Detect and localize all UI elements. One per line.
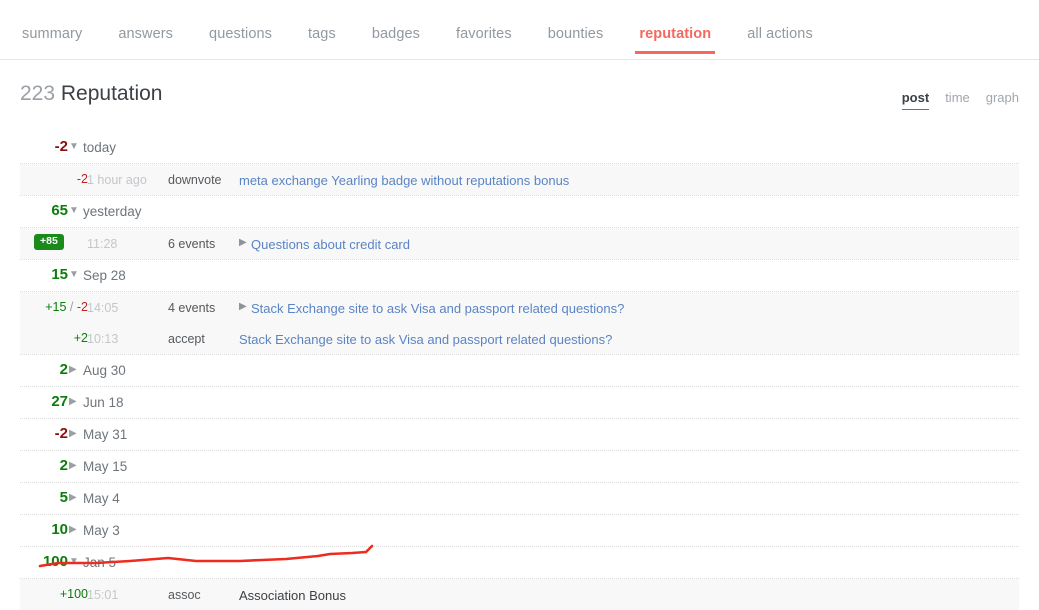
reputation-detail-group: -2 1 hour ago downvote meta exchange Yearli… (20, 164, 1019, 195)
group-date-label: Sep 28 (83, 268, 126, 283)
tab-bounties[interactable]: bounties (548, 26, 604, 54)
tab-favorites[interactable]: favorites (456, 26, 512, 54)
group-total-value: 65 (51, 202, 68, 219)
group-total-value: 5 (59, 489, 68, 506)
reputation-row-time: 11:28 (87, 237, 118, 251)
reputation-group-header[interactable]: 27 ▶ Jun 18 (0, 387, 1039, 418)
group-total-value: 100 (42, 553, 68, 570)
group-date-label: Jun 18 (83, 395, 124, 410)
tab-questions[interactable]: questions (209, 26, 272, 54)
reputation-change-value: +15 / -2 (45, 300, 88, 314)
post-title-link[interactable]: Stack Exchange site to ask Visa and pass… (251, 301, 624, 316)
reputation-count: 223 (20, 82, 56, 105)
reputation-change-value: +2 (73, 331, 88, 345)
reputation-row-type: 4 events (168, 301, 216, 315)
page-title: 223 Reputation (20, 82, 162, 106)
reputation-group-header[interactable]: -2 ▼ today (0, 132, 1039, 163)
triangle-right-icon[interactable]: ▶ (239, 237, 247, 248)
tab-all-actions[interactable]: all actions (747, 26, 813, 54)
group-total-value: 10 (51, 521, 68, 538)
reputation-row-description: Association Bonus (239, 588, 346, 603)
triangle-right-icon[interactable]: ▶ (69, 363, 81, 377)
page-title-label: Reputation (60, 82, 163, 105)
reputation-detail-group: +100 15:01 assoc Association Bonus (20, 579, 1019, 610)
triangle-down-icon[interactable]: ▼ (69, 204, 81, 218)
triangle-right-icon[interactable]: ▶ (69, 459, 81, 473)
group-total-value: 2 (59, 361, 68, 378)
group-date-label: Jan 5 (83, 555, 117, 570)
group-total-value: -2 (54, 138, 68, 155)
reputation-group-header[interactable]: 65 ▼ yesterday (0, 196, 1039, 227)
reputation-detail-group: +85 11:28 6 events ▶ Questions about credit … (20, 228, 1019, 259)
group-total-value: 27 (51, 393, 68, 410)
triangle-right-icon[interactable]: ▶ (69, 395, 81, 409)
view-option-post[interactable]: post (901, 90, 930, 110)
tab-summary[interactable]: summary (22, 26, 82, 54)
triangle-right-icon[interactable]: ▶ (69, 491, 81, 505)
group-total-value: -2 (54, 425, 68, 442)
profile-tab-bar: summary answers questions tags badges favorit… (0, 0, 1039, 60)
reputation-group-header[interactable]: 10 ▶ May 3 (0, 515, 1039, 546)
post-title-link[interactable]: Questions about credit card (251, 237, 410, 252)
triangle-down-icon[interactable]: ▼ (69, 268, 81, 282)
tab-answers[interactable]: answers (118, 26, 173, 54)
triangle-down-icon[interactable]: ▼ (69, 140, 81, 154)
post-title-link[interactable]: meta exchange Yearling badge without rep… (239, 173, 569, 188)
reputation-detail-group: +15 / -2 14:05 4 events ▶ Stack Exchange sit… (20, 292, 1019, 354)
reputation-row-time: 1 hour ago (87, 173, 147, 187)
tab-tags[interactable]: tags (308, 26, 336, 54)
reputation-row-type: 6 events (168, 237, 216, 251)
reputation-row-type: assoc (168, 588, 201, 602)
tab-reputation[interactable]: reputation (635, 26, 716, 54)
reputation-row-time: 15:01 (87, 588, 119, 602)
reputation-group-header[interactable]: 5 ▶ May 4 (0, 483, 1039, 514)
reputation-list: -2 ▼ today -2 1 hour ago downvote meta exchang… (0, 132, 1039, 610)
reputation-row[interactable]: +2 10:13 accept Stack Exchange site to ask … (20, 323, 1019, 354)
reputation-row-type: accept (168, 332, 205, 346)
reputation-change-badge: +85 (34, 234, 64, 250)
group-date-label: yesterday (83, 204, 142, 219)
group-date-label: May 4 (83, 491, 120, 506)
group-date-label: Aug 30 (83, 363, 126, 378)
reputation-row[interactable]: +85 11:28 6 events ▶ Questions about credit … (20, 228, 1019, 259)
triangle-right-icon[interactable]: ▶ (69, 523, 81, 537)
view-option-graph[interactable]: graph (986, 90, 1019, 110)
group-total-value: 15 (51, 266, 68, 283)
group-date-label: May 31 (83, 427, 128, 442)
reputation-change-value: -2 (76, 172, 88, 186)
view-option-time[interactable]: time (945, 90, 970, 110)
group-date-label: May 15 (83, 459, 128, 474)
group-total-value: 2 (59, 457, 68, 474)
reputation-group-header[interactable]: 100 ▼ Jan 5 (0, 547, 1039, 578)
reputation-row[interactable]: +15 / -2 14:05 4 events ▶ Stack Exchange sit… (20, 292, 1019, 323)
group-date-label: May 3 (83, 523, 120, 538)
reputation-group-header[interactable]: 15 ▼ Sep 28 (0, 260, 1039, 291)
triangle-right-icon[interactable]: ▶ (239, 301, 247, 312)
triangle-down-icon[interactable]: ▼ (69, 555, 81, 569)
reputation-group-header[interactable]: -2 ▶ May 31 (0, 419, 1039, 450)
page-header: 223 Reputation post time graph (0, 60, 1039, 132)
reputation-row-time: 14:05 (87, 301, 119, 315)
reputation-group-header[interactable]: 2 ▶ May 15 (0, 451, 1039, 482)
reputation-group-header[interactable]: 2 ▶ Aug 30 (0, 355, 1039, 386)
post-title-link[interactable]: Stack Exchange site to ask Visa and pass… (239, 332, 612, 347)
reputation-row-time: 10:13 (87, 332, 119, 346)
reputation-row[interactable]: -2 1 hour ago downvote meta exchange Yearli… (20, 164, 1019, 195)
triangle-right-icon[interactable]: ▶ (69, 427, 81, 441)
tab-badges[interactable]: badges (372, 26, 420, 54)
tab-list: summary answers questions tags badges favorit… (22, 26, 813, 54)
reputation-row-type: downvote (168, 173, 222, 187)
reputation-change-value: +100 (59, 587, 88, 601)
view-mode-switcher: post time graph (886, 90, 1019, 110)
group-date-label: today (83, 140, 117, 155)
reputation-row[interactable]: +100 15:01 assoc Association Bonus (20, 579, 1019, 610)
